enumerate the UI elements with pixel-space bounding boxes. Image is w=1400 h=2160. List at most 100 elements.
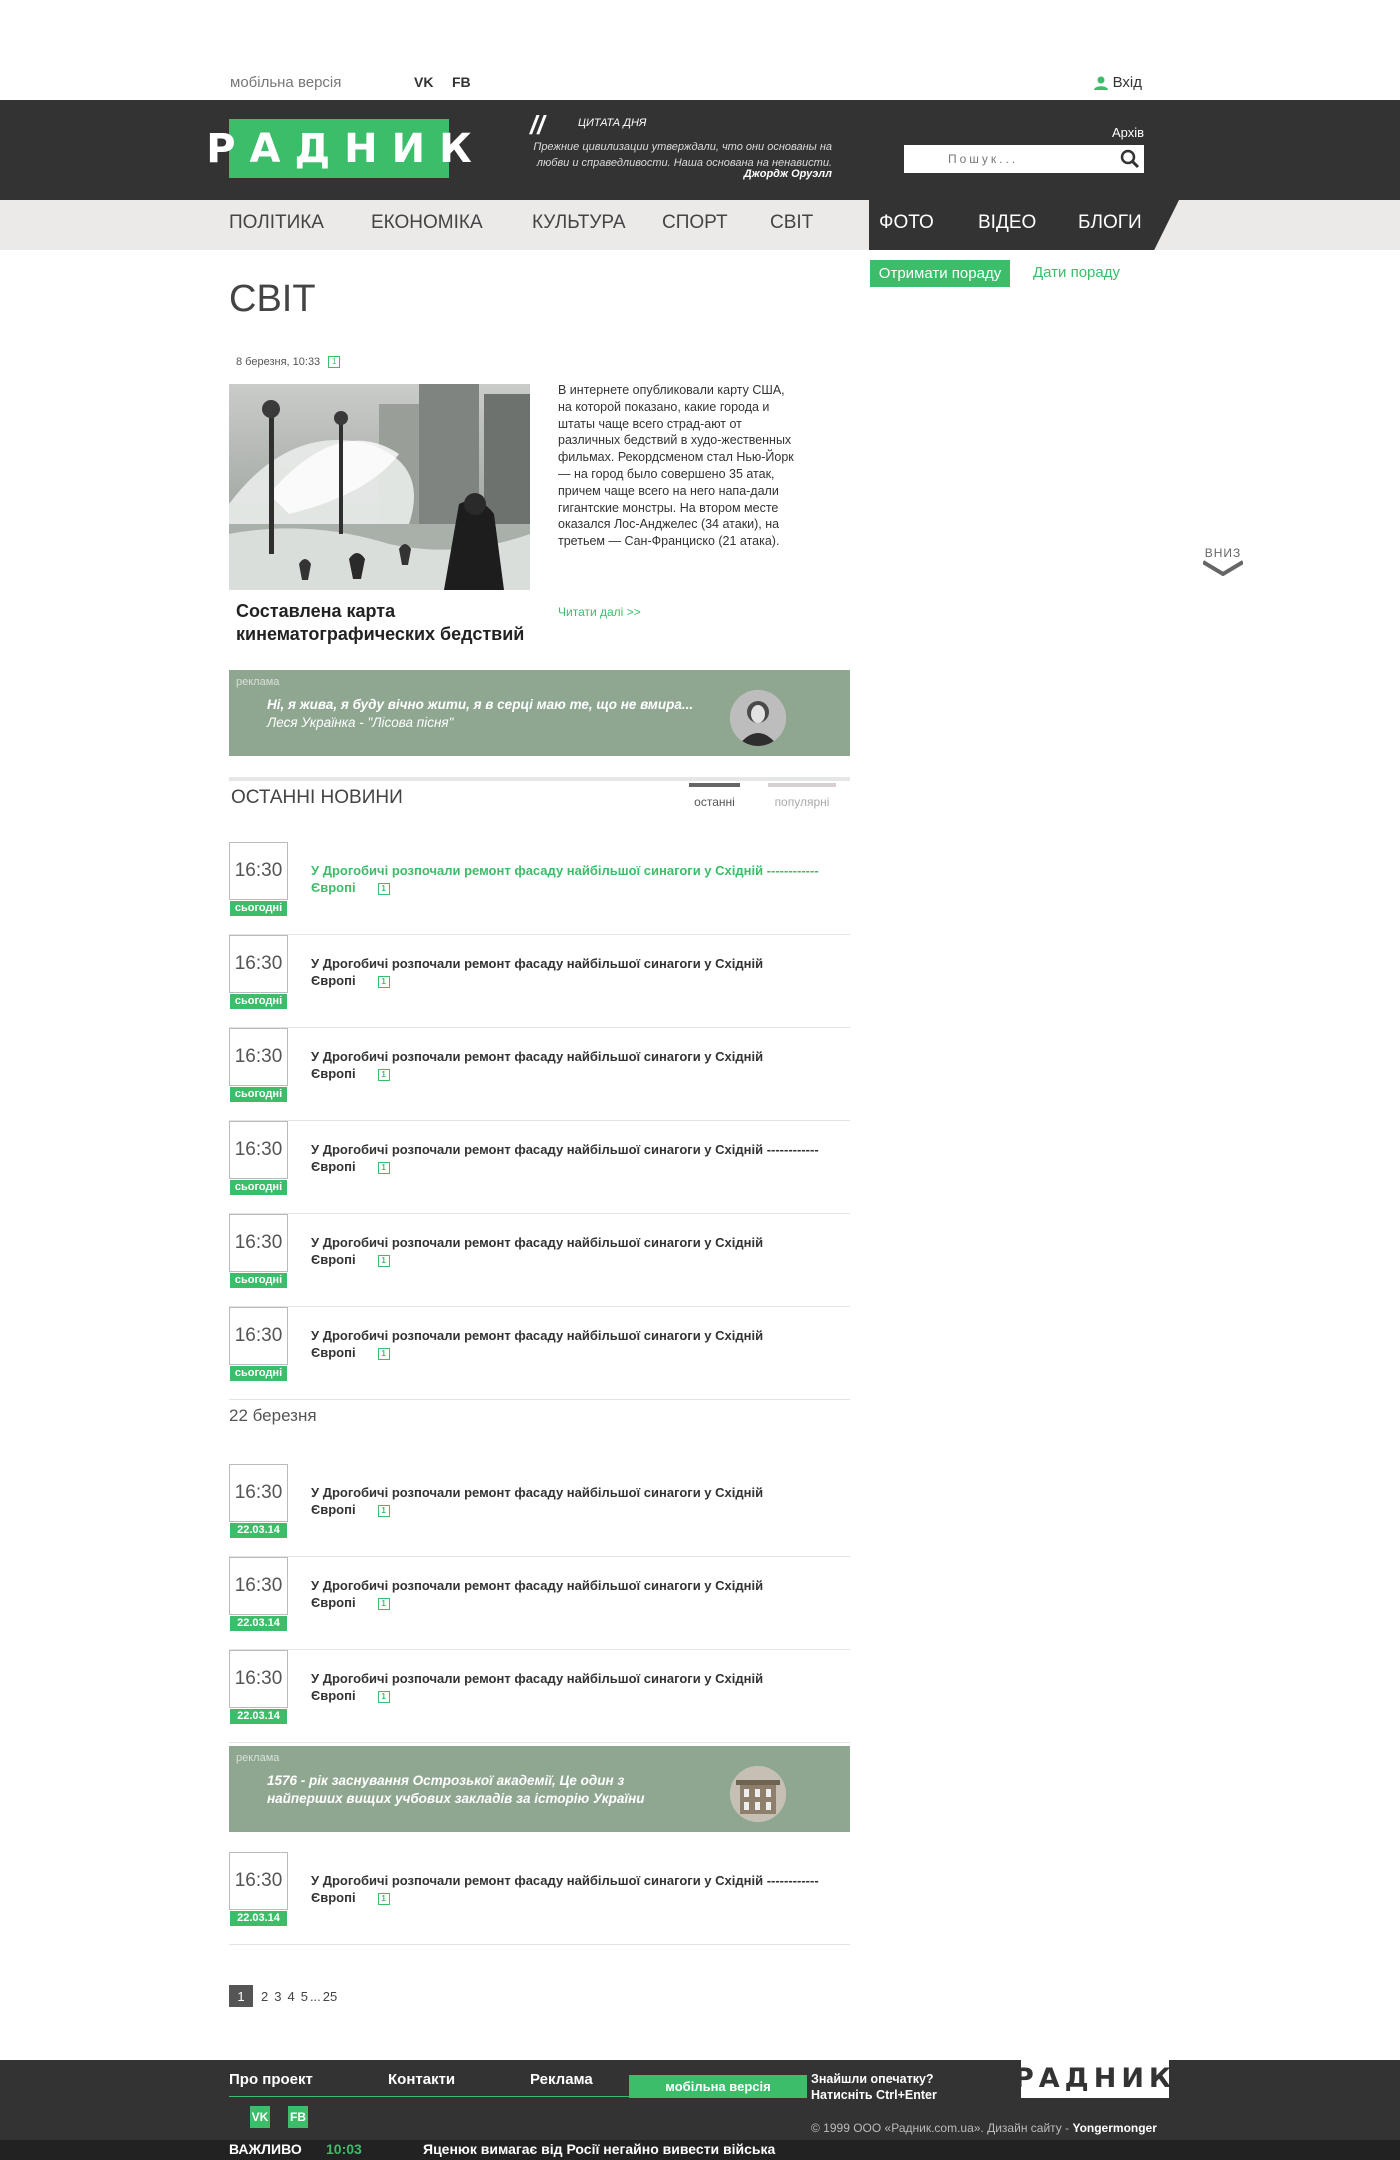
nav-item-photo[interactable]: ФОТО bbox=[879, 200, 934, 250]
footer-fb-link[interactable]: FB bbox=[288, 2106, 308, 2128]
scroll-down-label: ВНИЗ bbox=[1204, 546, 1242, 560]
news-time: 16:30 bbox=[229, 842, 288, 900]
featured-image[interactable] bbox=[229, 384, 530, 590]
comment-count-badge[interactable]: 1 bbox=[377, 1254, 390, 1267]
news-title-link[interactable]: У Дрогобичі розпочали ремонт фасаду найб… bbox=[311, 955, 851, 989]
news-time: 16:30 bbox=[229, 1028, 288, 1086]
news-row[interactable]: 16:30 сьогодні У Дрогобичі розпочали ремон… bbox=[229, 842, 850, 935]
news-row[interactable]: 16:30 сьогодні У Дрогобичі розпочали ремон… bbox=[229, 1214, 850, 1307]
page-link-last[interactable]: 25 bbox=[323, 1989, 337, 2004]
top-bar bbox=[0, 0, 1400, 100]
ad-label: реклама bbox=[236, 1752, 280, 1764]
comment-count-badge[interactable]: 1 bbox=[377, 1690, 390, 1703]
footer-about-link[interactable]: Про проект bbox=[229, 2071, 313, 2088]
footer-vk-link[interactable]: VK bbox=[250, 2106, 270, 2128]
news-time: 16:30 bbox=[229, 1307, 288, 1365]
search-input[interactable] bbox=[904, 145, 1116, 173]
footer-mobile-button[interactable]: мобільна версія bbox=[629, 2075, 807, 2098]
login-link[interactable]: Вхід bbox=[1093, 74, 1142, 91]
ticker-headline[interactable]: Яценюк вимагає від Росії негайно вивести… bbox=[423, 2141, 775, 2157]
news-row[interactable]: 16:30 сьогодні У Дрогобичі розпочали ремон… bbox=[229, 1028, 850, 1121]
news-title-link[interactable]: У Дрогобичі розпочали ремонт фасаду найб… bbox=[311, 862, 851, 896]
comment-count-badge[interactable]: 1 bbox=[377, 1347, 390, 1360]
news-title-line-1: У Дрогобичі розпочали ремонт фасаду найб… bbox=[311, 1578, 764, 1593]
site-logo[interactable]: РАДНИК bbox=[206, 119, 472, 178]
news-title-link[interactable]: У Дрогобичі розпочали ремонт фасаду найб… bbox=[311, 1670, 851, 1704]
ad-quote: Ні, я жива, я буду вічно жити, я в серці… bbox=[267, 697, 694, 712]
copyright-text: © 1999 ООО «Радник.com.ua». Дизайн сайту… bbox=[811, 2121, 1073, 2135]
news-title-line-2: Європі bbox=[311, 1502, 356, 1517]
news-day-badge: сьогодні bbox=[230, 901, 287, 916]
nav-item-blogs[interactable]: БЛОГИ bbox=[1078, 200, 1142, 250]
footer-ads-link[interactable]: Реклама bbox=[530, 2071, 593, 2088]
news-time: 16:30 bbox=[229, 935, 288, 993]
nav-item-world[interactable]: СВІТ bbox=[770, 200, 813, 250]
ad-banner[interactable]: реклама Ні, я жива, я буду вічно жити, я… bbox=[229, 670, 850, 756]
news-row[interactable]: 16:30 22.03.14 У Дрогобичі розпочали ремон… bbox=[229, 1464, 850, 1557]
page-link[interactable]: 2 bbox=[261, 1989, 268, 2004]
news-title-link[interactable]: У Дрогобичі розпочали ремонт фасаду найб… bbox=[311, 1872, 851, 1906]
news-row[interactable]: 16:30 сьогодні У Дрогобичі розпочали ремон… bbox=[229, 1307, 850, 1400]
news-time: 16:30 bbox=[229, 1121, 288, 1179]
page-link[interactable]: 3 bbox=[274, 1989, 281, 2004]
news-row[interactable]: 16:30 22.03.14 У Дрогобичі розпочали ремон… bbox=[229, 1650, 850, 1743]
page-link[interactable]: 4 bbox=[287, 1989, 294, 2004]
news-row[interactable]: 16:30 22.03.14 У Дрогобичі розпочали ремон… bbox=[229, 1557, 850, 1650]
news-title-line-2: Європі bbox=[311, 1066, 356, 1081]
search-icon[interactable] bbox=[1116, 145, 1144, 173]
pagination: 1 2 3 4 5 ... 25 bbox=[229, 1985, 337, 2007]
news-title-link[interactable]: У Дрогобичі розпочали ремонт фасаду найб… bbox=[311, 1234, 851, 1268]
quote-text: Прежние цивилизации утверждали, что они … bbox=[533, 141, 832, 169]
nav-item-video[interactable]: ВІДЕО bbox=[978, 200, 1036, 250]
latest-news-heading: ОСТАННІ НОВИНИ bbox=[231, 787, 403, 808]
comment-count-badge[interactable]: 1 bbox=[328, 356, 341, 368]
news-row[interactable]: 16:30 22.03.14 У Дрогобичі розпочали ремон… bbox=[229, 1852, 850, 1945]
mobile-version-link[interactable]: мобільна версія bbox=[230, 74, 341, 91]
ad-banner-2[interactable]: реклама 1576 - рік заснування Острозької… bbox=[229, 1746, 850, 1832]
comment-count-badge[interactable]: 1 bbox=[377, 1504, 390, 1517]
give-advice-link[interactable]: Дати пораду bbox=[1033, 264, 1120, 281]
tab-latest[interactable]: останні bbox=[689, 783, 740, 813]
footer-logo[interactable]: РАДНИК bbox=[1014, 2058, 1171, 2098]
footer-contacts-link[interactable]: Контакти bbox=[388, 2071, 455, 2088]
featured-text: В интернете опубликовали карту США, на к… bbox=[558, 383, 794, 549]
news-day-badge: сьогодні bbox=[230, 1273, 287, 1288]
scroll-down-button[interactable]: ВНИЗ bbox=[1201, 546, 1245, 579]
news-title-line-2: Європі bbox=[311, 973, 356, 988]
news-day-badge: сьогодні bbox=[230, 1366, 287, 1381]
nav-item-politics[interactable]: ПОЛІТИКА bbox=[229, 200, 324, 250]
tab-popular[interactable]: популярні bbox=[768, 783, 836, 813]
comment-count-badge[interactable]: 1 bbox=[377, 882, 390, 895]
comment-count-badge[interactable]: 1 bbox=[377, 975, 390, 988]
comment-count-badge[interactable]: 1 bbox=[377, 1068, 390, 1081]
login-label: Вхід bbox=[1112, 74, 1142, 91]
news-row[interactable]: 16:30 сьогодні У Дрогобичі розпочали ремон… bbox=[229, 1121, 850, 1214]
nav-item-sport[interactable]: СПОРТ bbox=[662, 200, 728, 250]
typo-notice: Знайшли опечатку? Натисніть Ctrl+Enter bbox=[811, 2071, 937, 2103]
news-title-link[interactable]: У Дрогобичі розпочали ремонт фасаду найб… bbox=[311, 1141, 851, 1175]
news-title-link[interactable]: У Дрогобичі розпочали ремонт фасаду найб… bbox=[311, 1048, 851, 1082]
read-more-link[interactable]: Читати далі >> bbox=[558, 605, 641, 619]
page-link[interactable]: 5 bbox=[301, 1989, 308, 2004]
comment-count-badge[interactable]: 1 bbox=[377, 1892, 390, 1905]
comment-count-badge[interactable]: 1 bbox=[377, 1597, 390, 1610]
news-title-link[interactable]: У Дрогобичі розпочали ремонт фасаду найб… bbox=[311, 1484, 851, 1518]
fb-link[interactable]: FB bbox=[452, 74, 471, 90]
footer-logo-text: РАДНИК bbox=[1014, 2062, 1176, 2094]
get-advice-button[interactable]: Отримати пораду bbox=[870, 260, 1010, 287]
nav-item-economy[interactable]: ЕКОНОМІКА bbox=[371, 200, 483, 250]
news-day-badge: сьогодні bbox=[230, 1087, 287, 1102]
news-day-badge: 22.03.14 bbox=[230, 1709, 287, 1724]
nav-item-culture[interactable]: КУЛЬТУРА bbox=[532, 200, 626, 250]
vk-link[interactable]: VK bbox=[414, 74, 433, 90]
comment-count-badge[interactable]: 1 bbox=[377, 1161, 390, 1174]
archive-link[interactable]: Архів bbox=[1112, 125, 1144, 140]
ticker-time: 10:03 bbox=[326, 2141, 362, 2157]
page-current[interactable]: 1 bbox=[229, 1985, 253, 2007]
news-row[interactable]: 16:30 сьогодні У Дрогобичі розпочали ремон… bbox=[229, 935, 850, 1028]
news-title-link[interactable]: У Дрогобичі розпочали ремонт фасаду найб… bbox=[311, 1327, 851, 1361]
quote-mark-icon: // bbox=[530, 110, 545, 140]
news-title-link[interactable]: У Дрогобичі розпочали ремонт фасаду найб… bbox=[311, 1577, 851, 1611]
news-title-line-2: Європі bbox=[311, 1252, 356, 1267]
featured-title[interactable]: Составлена карта кинематографических бед… bbox=[236, 600, 536, 646]
